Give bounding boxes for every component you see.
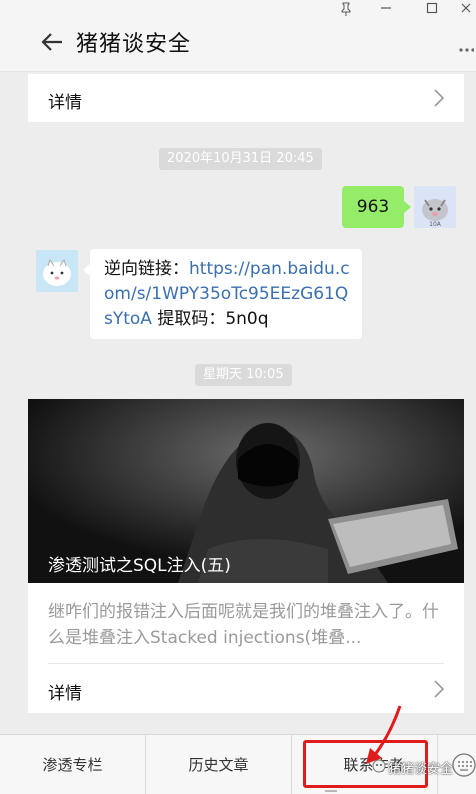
user-avatar[interactable]: 10A (414, 186, 456, 228)
previous-article-detail-row[interactable]: 详情 (28, 74, 464, 122)
chevron-right-icon (432, 679, 446, 699)
title-bar: 猪猪谈安全 (0, 0, 476, 72)
watermark-text: 猪猪谈安全 (388, 762, 454, 777)
menu-item-history-articles[interactable]: 历史文章 (146, 735, 292, 794)
detail-label: 详情 (48, 93, 82, 113)
keyboard-icon[interactable] (452, 753, 476, 777)
maximize-icon[interactable] (422, 2, 442, 18)
user-message-bubble[interactable]: 963 (342, 186, 411, 228)
article-summary: 继咋们的报错注入后面呢就是我们的堆叠注入了。什么是堆叠注入Stacked inj… (48, 602, 439, 648)
arrow-left-icon[interactable] (38, 28, 66, 56)
chevron-right-icon (432, 88, 446, 108)
pin-icon[interactable] (336, 2, 356, 18)
close-icon[interactable] (456, 2, 476, 18)
extract-code: 提取码：5n0q (151, 309, 269, 329)
official-account-avatar[interactable] (36, 250, 78, 292)
detail-label: 详情 (48, 684, 82, 704)
reply-prefix: 逆向链接： (104, 259, 189, 279)
article-cover-image[interactable]: 渗透测试之SQL注入(五) (28, 399, 464, 583)
article-title[interactable]: 渗透测试之SQL注入(五) (48, 551, 231, 576)
timestamp: 2020年10月31日 20:45 (159, 148, 322, 170)
svg-text:10A: 10A (429, 221, 442, 228)
more-icon[interactable] (458, 38, 475, 57)
minimize-icon[interactable] (376, 2, 396, 18)
reply-message-bubble[interactable]: 逆向链接：https://pan.baidu.com/s/1WPY35oTc95… (83, 249, 362, 339)
menu-item-penetration-column[interactable]: 渗透专栏 (0, 735, 146, 794)
page-title: 猪猪谈安全 (76, 32, 192, 57)
menu-item-label: 渗透专栏 (42, 756, 103, 774)
divider (48, 663, 444, 664)
watermark-logo-icon (372, 758, 386, 773)
menu-item-label: 历史文章 (188, 756, 249, 774)
timestamp: 星期天 10:05 (195, 364, 292, 386)
